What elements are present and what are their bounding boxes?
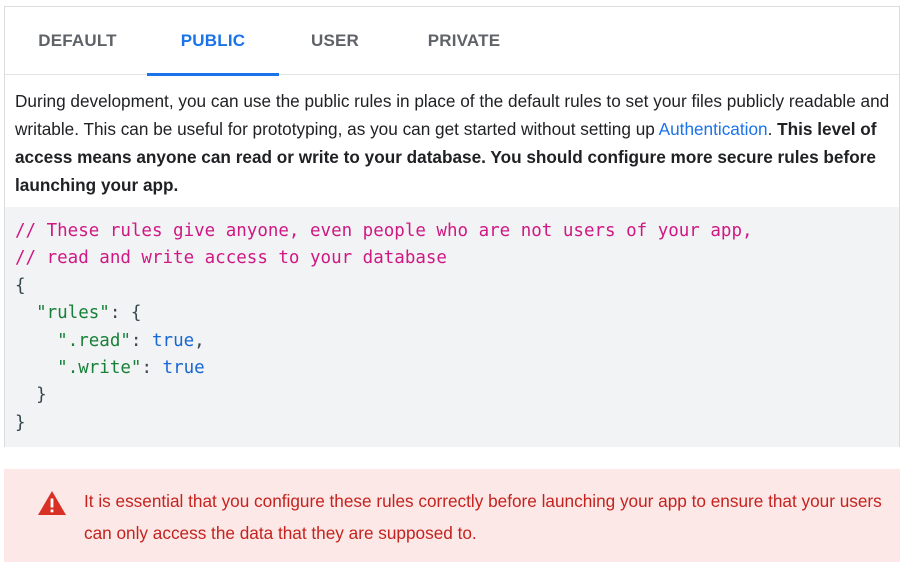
code-comment: // read and write access to your databas…: [15, 248, 447, 269]
tab-public[interactable]: PUBLIC: [147, 7, 279, 76]
tab-private[interactable]: PRIVATE: [405, 7, 523, 75]
code-rules-key: "rules": [36, 303, 110, 324]
warning-triangle-icon: [38, 491, 66, 515]
tab-default-label: DEFAULT: [38, 31, 117, 50]
code-write-value: true: [162, 357, 205, 378]
code-write-key: ".write": [57, 357, 142, 378]
code-read-colon: :: [130, 330, 152, 351]
code-read-comma: ,: [194, 330, 205, 351]
authentication-link[interactable]: Authentication: [659, 119, 768, 139]
code-line-2: // read and write access to your databas…: [15, 245, 889, 272]
code-open-brace: {: [15, 275, 26, 296]
code-close-brace: }: [15, 412, 26, 433]
code-line-8: }: [15, 410, 889, 437]
code-line-5: ".read": true,: [15, 328, 889, 355]
tab-default[interactable]: DEFAULT: [15, 7, 140, 75]
tab-public-label: PUBLIC: [180, 31, 246, 50]
code-write-colon: :: [141, 357, 163, 378]
active-tab-indicator: [147, 73, 279, 76]
code-rules-open: : {: [109, 303, 142, 324]
warning-callout: It is essential that you configure these…: [4, 469, 900, 562]
rules-card: DEFAULT PUBLIC USER PRIVATE During devel…: [4, 6, 900, 447]
tab-user[interactable]: USER: [289, 7, 381, 75]
code-line-4: "rules": {: [15, 300, 889, 327]
description-paragraph: During development, you can use the publ…: [15, 87, 891, 199]
tab-user-label: USER: [310, 31, 360, 50]
code-line-3: {: [15, 273, 889, 300]
code-block[interactable]: // These rules give anyone, even people …: [5, 207, 899, 447]
code-line-6: ".write": true: [15, 355, 889, 382]
code-read-value: true: [152, 330, 195, 351]
code-line-1: // These rules give anyone, even people …: [15, 218, 889, 245]
code-line-7: }: [15, 382, 889, 409]
code-inner-close: }: [36, 385, 47, 406]
tab-bar: DEFAULT PUBLIC USER PRIVATE: [5, 7, 899, 76]
tab-private-label: PRIVATE: [427, 31, 501, 50]
description-text-after-link: .: [767, 119, 778, 139]
code-read-key: ".read": [57, 330, 131, 351]
code-comment: // These rules give anyone, even people …: [15, 221, 753, 241]
warning-text: It is essential that you configure these…: [84, 491, 882, 543]
